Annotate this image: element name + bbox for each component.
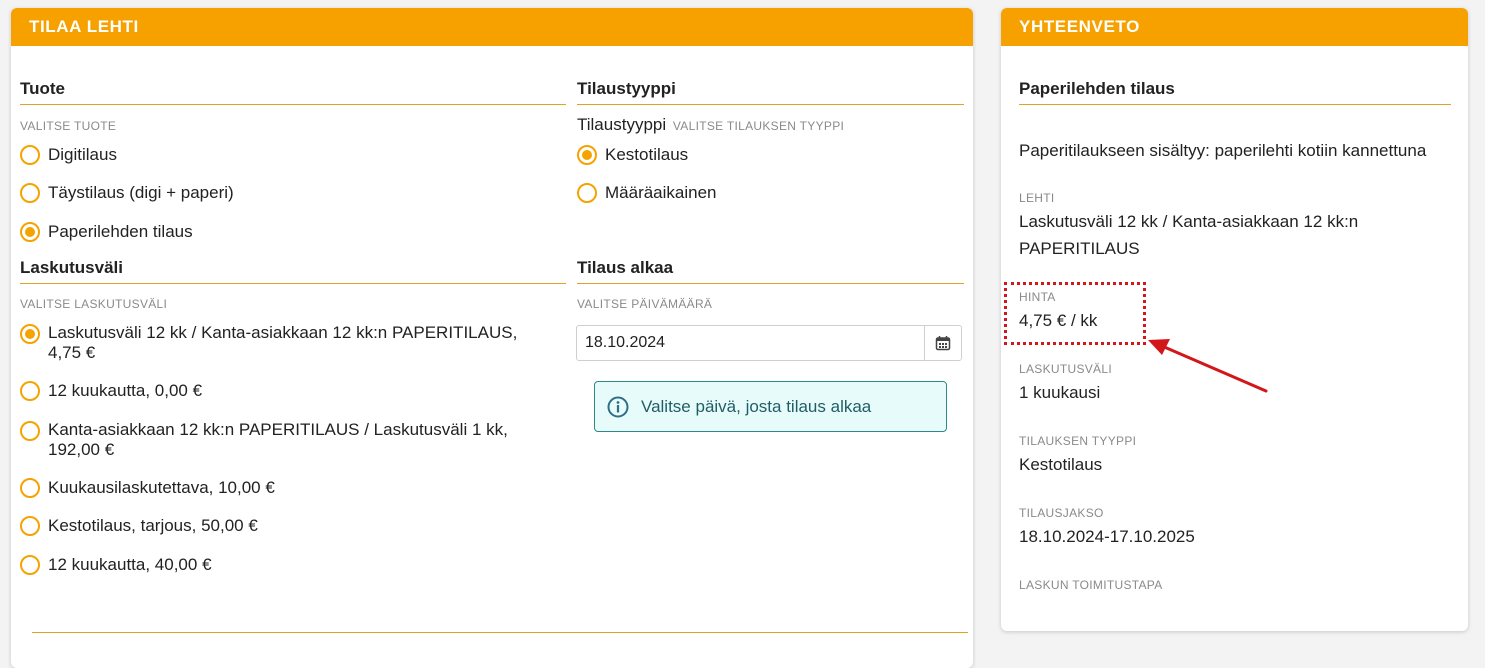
annotation-arrow-icon — [1148, 339, 1268, 393]
radio-label: Kuukausilaskutettava, 10,00 € — [48, 478, 275, 497]
radio-label: Laskutusväli 12 kk / Kanta-asiakkaan 12 … — [48, 323, 518, 362]
order-type-hint: VALITSE TILAUKSEN TYYPPI — [672, 119, 845, 133]
radio-icon[interactable] — [20, 324, 40, 344]
start-date-field[interactable]: 18.10.2024 — [576, 325, 962, 361]
summary-description: Paperitilaukseen sisältyy: paperilehti k… — [1019, 141, 1427, 160]
radio-label: 12 kuukautta, 0,00 € — [48, 381, 203, 400]
summary-value-order-type: Kestotilaus — [1019, 455, 1103, 474]
summary-label-order-type: TILAUKSEN TYYPPI — [1019, 434, 1137, 448]
billing-hint: VALITSE LASKUTUSVÄLI — [20, 297, 168, 311]
billing-option-2[interactable]: Kanta-asiakkaan 12 kk:n PAPERITILAUS / L… — [20, 420, 550, 460]
start-info-box: Valitse päivä, josta tilaus alkaa — [594, 381, 947, 432]
billing-option-3[interactable]: Kuukausilaskutettava, 10,00 € — [20, 478, 275, 498]
radio-icon[interactable] — [20, 183, 40, 203]
radio-icon[interactable] — [20, 145, 40, 165]
order-type-section-title: Tilaustyyppi — [577, 79, 964, 105]
radio-icon[interactable] — [577, 145, 597, 165]
summary-label-billing: LASKUTUSVÄLI — [1019, 362, 1112, 376]
radio-icon[interactable] — [20, 381, 40, 401]
start-hint: VALITSE PÄIVÄMÄÄRÄ — [577, 297, 713, 311]
order-form-card: TILAA LEHTI Tuote VALITSE TUOTE Digitila… — [11, 8, 973, 668]
order-form-header: TILAA LEHTI — [11, 8, 973, 46]
summary-header: YHTEENVETO — [1001, 8, 1468, 46]
product-hint: VALITSE TUOTE — [20, 119, 117, 133]
radio-label: Kanta-asiakkaan 12 kk:n PAPERITILAUS / L… — [48, 420, 508, 459]
radio-label: Kestotilaus — [605, 145, 689, 164]
radio-icon[interactable] — [20, 421, 40, 441]
summary-label-delivery: LASKUN TOIMITUSTAPA — [1019, 578, 1163, 592]
price-highlight-box — [1004, 282, 1146, 345]
start-section-title: Tilaus alkaa — [577, 258, 964, 284]
summary-value-billing: 1 kuukausi — [1019, 383, 1101, 402]
radio-icon[interactable] — [20, 222, 40, 242]
order-type-option-continuous[interactable]: Kestotilaus — [577, 145, 688, 165]
billing-option-4[interactable]: Kestotilaus, tarjous, 50,00 € — [20, 516, 258, 536]
radio-label: Paperilehden tilaus — [48, 222, 193, 241]
radio-label: Määräaikainen — [605, 183, 717, 202]
order-type-inline: Tilaustyyppi VALITSE TILAUKSEN TYYPPI — [577, 115, 844, 135]
radio-icon[interactable] — [20, 516, 40, 536]
billing-section-title: Laskutusväli — [20, 258, 566, 284]
radio-icon[interactable] — [20, 478, 40, 498]
radio-label: Kestotilaus, tarjous, 50,00 € — [48, 516, 258, 535]
summary-label-period: TILAUSJAKSO — [1019, 506, 1104, 520]
radio-label: Täystilaus (digi + paperi) — [48, 183, 234, 202]
radio-label: 12 kuukautta, 40,00 € — [48, 555, 212, 574]
order-type-option-fixed[interactable]: Määräaikainen — [577, 183, 717, 203]
billing-option-1[interactable]: 12 kuukautta, 0,00 € — [20, 381, 202, 401]
calendar-icon[interactable] — [924, 326, 961, 360]
billing-option-0[interactable]: Laskutusväli 12 kk / Kanta-asiakkaan 12 … — [20, 323, 550, 363]
summary-label-lehti: LEHTI — [1019, 191, 1055, 205]
radio-icon[interactable] — [20, 555, 40, 575]
summary-value-lehti: Laskutusväli 12 kk / Kanta-asiakkaan 12 … — [1019, 212, 1359, 258]
start-info-text: Valitse päivä, josta tilaus alkaa — [641, 396, 872, 416]
radio-icon[interactable] — [577, 183, 597, 203]
summary-value-period: 18.10.2024-17.10.2025 — [1019, 527, 1195, 546]
info-icon — [607, 396, 629, 418]
product-option-paper[interactable]: Paperilehden tilaus — [20, 222, 193, 242]
product-section-title: Tuote — [20, 79, 566, 105]
product-option-digi[interactable]: Digitilaus — [20, 145, 117, 165]
start-date-value[interactable]: 18.10.2024 — [577, 334, 924, 352]
billing-option-5[interactable]: 12 kuukautta, 40,00 € — [20, 555, 212, 575]
bottom-divider — [32, 632, 968, 633]
summary-title: Paperilehden tilaus — [1019, 79, 1451, 105]
order-type-inline-label: Tilaustyyppi — [577, 115, 667, 134]
product-option-full[interactable]: Täystilaus (digi + paperi) — [20, 183, 234, 203]
radio-label: Digitilaus — [48, 145, 117, 164]
